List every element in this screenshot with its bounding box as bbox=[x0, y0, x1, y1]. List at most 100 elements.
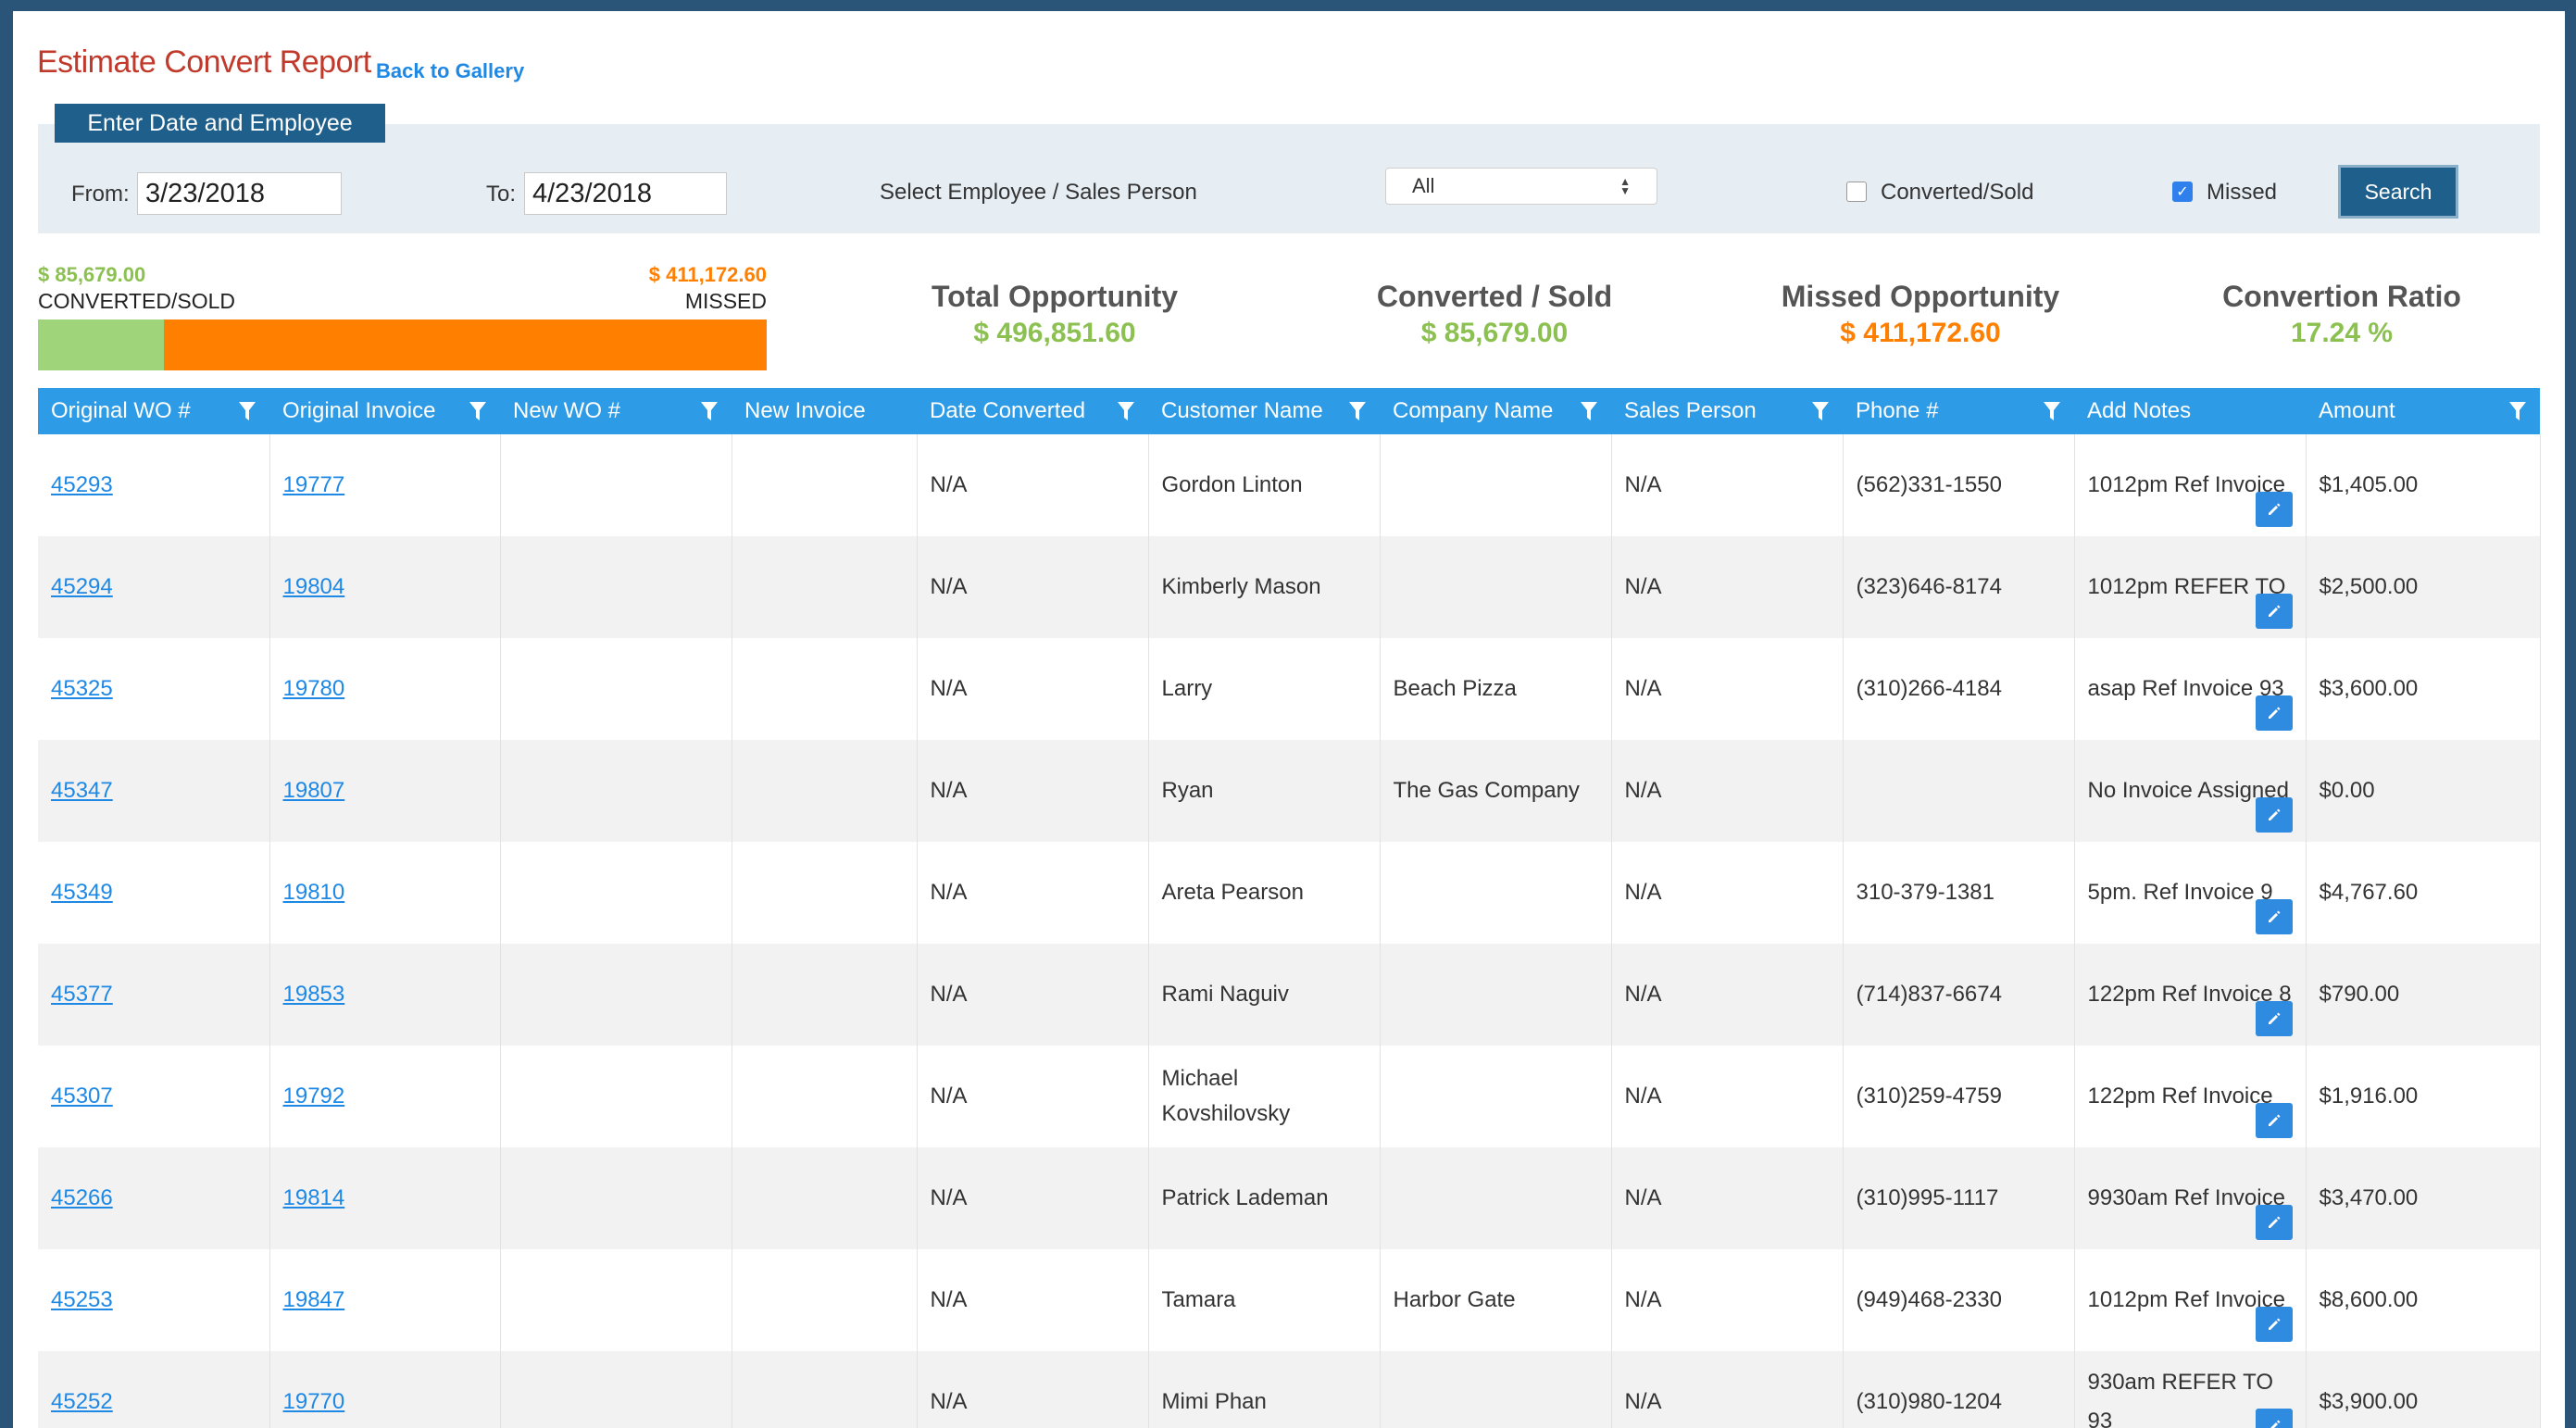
new-invoice-cell bbox=[732, 638, 918, 740]
new-wo-cell bbox=[500, 536, 732, 638]
filter-icon[interactable] bbox=[2508, 401, 2527, 421]
column-header[interactable]: Original Invoice bbox=[269, 388, 500, 434]
table-row[interactable]: 45349 19810 N/A Areta Pearson N/A 310-379-138… bbox=[38, 842, 2541, 944]
from-date-input[interactable] bbox=[137, 172, 342, 215]
edit-note-button[interactable] bbox=[2255, 1103, 2293, 1138]
edit-note-button[interactable] bbox=[2255, 1205, 2293, 1240]
original-wo-link[interactable]: 45377 bbox=[51, 982, 113, 1007]
original-invoice-link[interactable]: 19804 bbox=[283, 574, 345, 599]
edit-note-button[interactable] bbox=[2255, 899, 2293, 934]
amount-cell: $3,900.00 bbox=[2306, 1351, 2541, 1428]
column-header[interactable]: Date Converted bbox=[917, 388, 1148, 434]
sales-person-cell: N/A bbox=[1611, 842, 1844, 944]
notes-cell: 9930am Ref Invoice bbox=[2074, 1147, 2307, 1249]
column-header[interactable]: New Invoice bbox=[732, 388, 917, 434]
column-header[interactable]: Customer Name bbox=[1148, 388, 1380, 434]
missed-checkbox-label: Missed bbox=[2207, 180, 2278, 205]
amount-cell: $790.00 bbox=[2306, 944, 2541, 1046]
new-invoice-cell bbox=[732, 434, 918, 536]
original-invoice-link[interactable]: 19810 bbox=[283, 880, 345, 905]
table-cell: 19807 bbox=[269, 740, 501, 842]
edit-note-button[interactable] bbox=[2255, 1409, 2293, 1428]
edit-note-button[interactable] bbox=[2255, 594, 2293, 629]
table-row[interactable]: 45266 19814 N/A Patrick Lademan N/A (310)995-… bbox=[38, 1147, 2541, 1249]
table-row[interactable]: 45253 19847 N/A Tamara Harbor Gate N/A (949)46… bbox=[38, 1249, 2541, 1351]
edit-note-button[interactable] bbox=[2255, 695, 2293, 731]
column-header[interactable]: Company Name bbox=[1380, 388, 1611, 434]
to-label: To: bbox=[486, 182, 517, 207]
converted-checkbox[interactable] bbox=[1846, 182, 1867, 202]
original-invoice-link[interactable]: 19780 bbox=[283, 676, 345, 701]
table-row[interactable]: 45252 19770 N/A Mimi Phan N/A (310)980-1204 93… bbox=[38, 1351, 2541, 1428]
filter-panel-tab: Enter Date and Employee bbox=[55, 104, 385, 143]
filter-icon[interactable] bbox=[1117, 401, 1135, 421]
table-cell: 19777 bbox=[269, 434, 501, 536]
edit-note-button[interactable] bbox=[2255, 492, 2293, 527]
table-row[interactable]: 45294 19804 N/A Kimberly Mason N/A (323)646-8… bbox=[38, 536, 2541, 638]
column-header[interactable]: New WO # bbox=[500, 388, 732, 434]
original-wo-link[interactable]: 45293 bbox=[51, 472, 113, 497]
amount-cell: $3,600.00 bbox=[2306, 638, 2541, 740]
search-button[interactable]: Search bbox=[2338, 165, 2458, 219]
original-wo-link[interactable]: 45325 bbox=[51, 676, 113, 701]
filter-icon[interactable] bbox=[700, 401, 719, 421]
notes-cell: 122pm Ref Invoice 8 bbox=[2074, 944, 2307, 1046]
table-cell: 45347 bbox=[38, 740, 270, 842]
pencil-icon bbox=[2270, 1420, 2280, 1428]
column-header[interactable]: Sales Person bbox=[1611, 388, 1843, 434]
back-to-gallery-link[interactable]: Back to Gallery bbox=[376, 59, 524, 83]
table-cell: 19804 bbox=[269, 536, 501, 638]
original-invoice-link[interactable]: 19853 bbox=[283, 982, 345, 1007]
original-invoice-link[interactable]: 19770 bbox=[283, 1389, 345, 1414]
original-wo-link[interactable]: 45294 bbox=[51, 574, 113, 599]
to-date-input[interactable] bbox=[524, 172, 727, 215]
table-row[interactable]: 45293 19777 N/A Gordon Linton N/A (562)331-15… bbox=[38, 434, 2541, 536]
original-invoice-link[interactable]: 19792 bbox=[283, 1084, 345, 1109]
filter-icon[interactable] bbox=[238, 401, 256, 421]
original-invoice-link[interactable]: 19807 bbox=[283, 778, 345, 803]
column-header[interactable]: Phone # bbox=[1843, 388, 2074, 434]
sales-person-cell: N/A bbox=[1611, 434, 1844, 536]
date-converted-cell: N/A bbox=[917, 1249, 1149, 1351]
original-wo-link[interactable]: 45266 bbox=[51, 1185, 113, 1210]
column-header[interactable]: Add Notes bbox=[2074, 388, 2306, 434]
edit-note-button[interactable] bbox=[2255, 1307, 2293, 1342]
original-wo-link[interactable]: 45347 bbox=[51, 778, 113, 803]
filter-icon[interactable] bbox=[2043, 401, 2061, 421]
edit-note-button[interactable] bbox=[2255, 1001, 2293, 1036]
table-cell: 45294 bbox=[38, 536, 270, 638]
filter-icon[interactable] bbox=[1580, 401, 1598, 421]
original-wo-link[interactable]: 45253 bbox=[51, 1287, 113, 1312]
edit-note-button[interactable] bbox=[2255, 797, 2293, 833]
employee-select[interactable]: All ▲ ▼ bbox=[1385, 168, 1657, 205]
table-row[interactable]: 45377 19853 N/A Rami Naguiv N/A (714)837-6674… bbox=[38, 944, 2541, 1046]
table-row[interactable]: 45347 19807 N/A Ryan The Gas Company N/A No In… bbox=[38, 740, 2541, 842]
converted-amount: $ 85,679.00 bbox=[38, 263, 146, 286]
pencil-icon bbox=[2268, 1012, 2280, 1024]
original-invoice-link[interactable]: 19847 bbox=[283, 1287, 345, 1312]
original-wo-link[interactable]: 45349 bbox=[51, 880, 113, 905]
new-wo-cell bbox=[500, 1351, 732, 1428]
original-wo-link[interactable]: 45307 bbox=[51, 1084, 113, 1109]
original-invoice-link[interactable]: 19777 bbox=[283, 472, 345, 497]
original-wo-link[interactable]: 45252 bbox=[51, 1389, 113, 1414]
table-row[interactable]: 45307 19792 N/A Michael Kovshilovsky N/A (310… bbox=[38, 1046, 2541, 1147]
original-invoice-link[interactable]: 19814 bbox=[283, 1185, 345, 1210]
column-header[interactable]: Original WO # bbox=[38, 388, 269, 434]
notes-cell: 930am REFER TO 93 bbox=[2074, 1351, 2307, 1428]
new-invoice-cell bbox=[732, 740, 918, 842]
column-header[interactable]: Amount bbox=[2306, 388, 2540, 434]
filter-icon[interactable] bbox=[1348, 401, 1367, 421]
converted-label: CONVERTED/SOLD bbox=[38, 289, 236, 313]
table-row[interactable]: 45325 19780 N/A Larry Beach Pizza N/A (310)266… bbox=[38, 638, 2541, 740]
filter-icon[interactable] bbox=[1811, 401, 1830, 421]
date-converted-cell: N/A bbox=[917, 944, 1149, 1046]
table-cell: 45252 bbox=[38, 1351, 270, 1428]
conversion-ratio-stat: Convertion Ratio 17.24 % bbox=[2170, 280, 2513, 349]
missed-opportunity-title: Missed Opportunity bbox=[1781, 280, 2060, 313]
filter-icon[interactable] bbox=[469, 401, 487, 421]
column-header-label: Date Converted bbox=[930, 398, 1086, 423]
missed-checkbox[interactable]: ✓ bbox=[2172, 182, 2193, 202]
sales-person-cell: N/A bbox=[1611, 536, 1844, 638]
conversion-ratio-title: Convertion Ratio bbox=[2222, 280, 2461, 313]
